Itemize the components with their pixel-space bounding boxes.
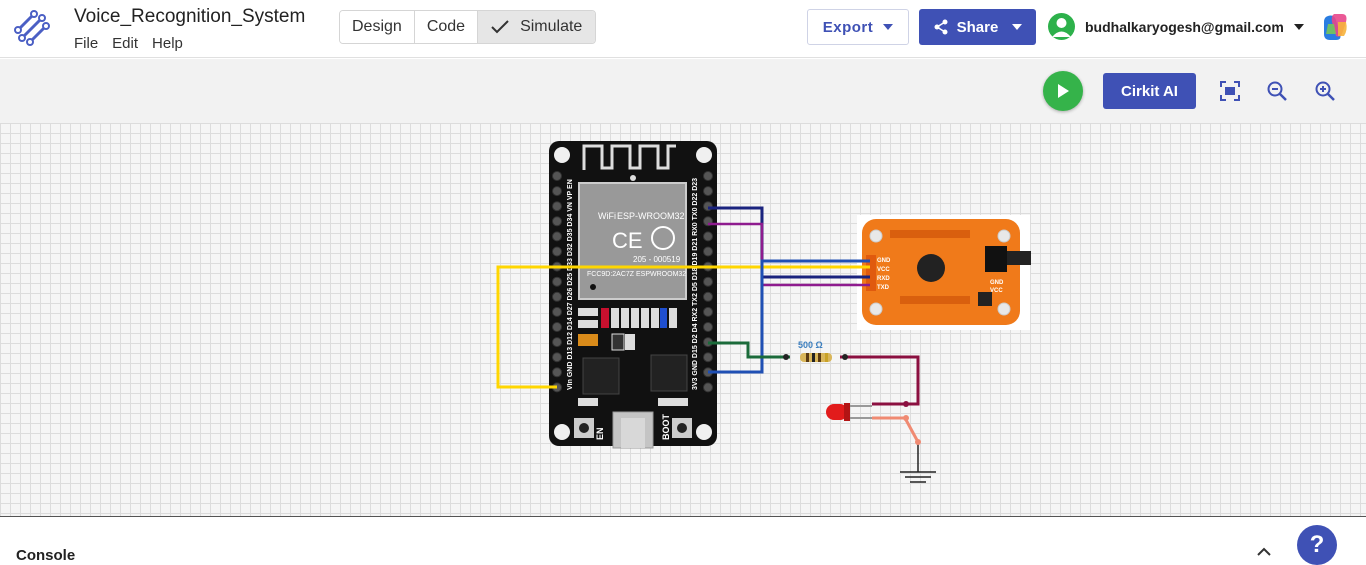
header-pin[interactable]: [552, 367, 562, 378]
header-pin[interactable]: [552, 201, 562, 212]
header-pin[interactable]: [552, 337, 562, 348]
header-pin[interactable]: [703, 276, 713, 287]
export-button[interactable]: Export: [807, 9, 909, 45]
boot-label: BOOT: [661, 413, 671, 440]
header-pin[interactable]: [703, 322, 713, 332]
vr-side-pin-vcc: VCC: [990, 288, 1003, 294]
user-email: budhalkaryogesh@gmail.com: [1085, 18, 1284, 35]
simulation-canvas[interactable]: Cirkit AI WiFi ESP-WROOM32 CE 205 - 0005…: [0, 59, 1366, 516]
chevron-down-icon: [1012, 24, 1023, 30]
header-pin[interactable]: [703, 306, 713, 317]
help-icon: ?: [1309, 531, 1325, 558]
vr-pin-gnd: GND: [877, 258, 891, 264]
led[interactable]: [826, 403, 872, 421]
menu-edit[interactable]: Edit: [112, 35, 138, 52]
wifi-logo-text: WiFi: [598, 211, 616, 221]
header-pin[interactable]: [552, 186, 562, 197]
tab-design-label: Design: [352, 18, 402, 35]
header-pin[interactable]: [703, 231, 713, 242]
resistor[interactable]: 500 Ω: [798, 340, 832, 362]
vr-side-pin-gnd: GND: [990, 280, 1004, 286]
chevron-down-icon: [1293, 23, 1304, 30]
menu-bar: File Edit Help: [74, 35, 183, 52]
vr-pin-vcc: VCC: [877, 267, 890, 273]
fcc-label: FCC9D:2AC7Z ESPWROOM32: [587, 271, 686, 278]
console-panel: Console: [0, 516, 1366, 564]
resistor-label: 500 Ω: [798, 340, 823, 350]
cirkit-logo-icon[interactable]: [12, 8, 52, 48]
header-pin[interactable]: [552, 231, 562, 242]
share-icon: [934, 19, 948, 35]
board-left-pin-labels: VIn GND D13 D12 D14 D27 D26 D25 D33 D32 …: [567, 179, 574, 390]
share-button[interactable]: Share: [919, 9, 1036, 45]
export-label: Export: [822, 18, 874, 36]
board-right-pin-labels: 3V3 GND D15 D2 D4 RX2 TX2 D5 D18 D19 D21…: [692, 178, 699, 390]
tab-code[interactable]: Code: [414, 11, 479, 43]
header-pin[interactable]: [552, 352, 562, 363]
share-label: Share: [956, 18, 999, 36]
header-pin[interactable]: [552, 216, 562, 227]
menu-help[interactable]: Help: [152, 35, 183, 52]
tab-design[interactable]: Design: [340, 11, 415, 43]
ce-mark: CE: [612, 228, 643, 253]
chevron-up-icon[interactable]: [1256, 547, 1272, 557]
header-pin[interactable]: [703, 246, 713, 257]
header-pin[interactable]: [703, 171, 713, 181]
en-label: EN: [595, 427, 605, 440]
help-button[interactable]: ?: [1297, 525, 1337, 565]
header-pin[interactable]: [703, 186, 713, 197]
voice-recognition-module[interactable]: GND VCC RXD TXD GND VCC: [857, 215, 1031, 330]
vr-pin-rxd: RXD: [877, 276, 890, 282]
cert-label: 205 - 000519: [633, 255, 681, 264]
header-pin[interactable]: [552, 276, 562, 287]
header-pin[interactable]: [552, 171, 562, 181]
header-pin[interactable]: [552, 322, 562, 332]
header-pin[interactable]: [703, 382, 713, 393]
header-pin[interactable]: [552, 306, 562, 317]
user-avatar-icon: [1048, 13, 1075, 40]
header-pin[interactable]: [552, 291, 562, 302]
top-bar: Voice_Recognition_System File Edit Help …: [0, 0, 1366, 58]
check-icon: [491, 20, 509, 34]
module-label: ESP-WROOM32: [617, 211, 685, 221]
user-menu[interactable]: budhalkaryogesh@gmail.com: [1048, 13, 1304, 40]
copilot-icon[interactable]: [1320, 12, 1350, 42]
wire-junctions: [783, 354, 921, 445]
tab-simulate[interactable]: Simulate: [478, 11, 596, 43]
chevron-down-icon: [883, 24, 894, 30]
mode-switcher: Design Code Simulate: [339, 10, 597, 44]
vr-pin-txd: TXD: [877, 285, 890, 291]
circuit-diagram: WiFi ESP-WROOM32 CE 205 - 000519 FCC9D:2…: [496, 141, 1031, 483]
tab-code-label: Code: [426, 18, 466, 35]
tab-simulate-label: Simulate: [520, 18, 583, 35]
header-pin[interactable]: [703, 352, 713, 363]
console-label[interactable]: Console: [16, 547, 75, 564]
menu-file[interactable]: File: [74, 35, 98, 52]
header-pin[interactable]: [552, 246, 562, 257]
project-title[interactable]: Voice_Recognition_System: [74, 6, 305, 28]
header-pin[interactable]: [703, 291, 713, 302]
esp32-board[interactable]: WiFi ESP-WROOM32 CE 205 - 000519 FCC9D:2…: [549, 141, 717, 449]
